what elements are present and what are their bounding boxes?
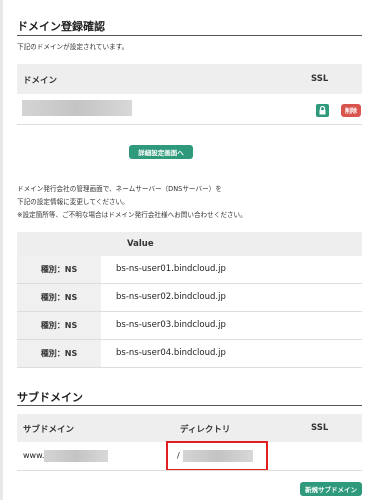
ns-label: 種別：NS (17, 312, 101, 339)
ns-value: bs-ns-user02.bindcloud.jp (116, 292, 226, 302)
divider (17, 470, 362, 471)
ns-table-header: Value (17, 232, 362, 256)
ns-label: 種別：NS (17, 284, 101, 311)
instruction-line-3: ※設定箇所等、ご不明な場合はドメイン発行会社様へお問い合わせください。 (17, 211, 247, 219)
subdomain-table-header: サブドメイン ディレクトリ SSL (17, 414, 362, 442)
ns-label: 種別：NS (17, 340, 101, 367)
col-ssl: SSL (311, 423, 329, 433)
ns-value: bs-ns-user04.bindcloud.jp (116, 348, 226, 358)
section-title-domain: ドメイン登録確認 (17, 20, 105, 33)
divider (17, 35, 362, 36)
directory-prefix: / (177, 451, 180, 460)
ssl-lock-icon[interactable] (316, 104, 329, 117)
instruction-line-1: ドメイン発行会社の管理画面で、ネームサーバー（DNSサーバー）を (17, 185, 222, 193)
subdomain-name-redacted (44, 450, 108, 462)
directory-name-redacted (183, 450, 253, 462)
domain-description: 下記のドメインが設定されています。 (17, 43, 129, 51)
detail-settings-button[interactable]: 詳細設定画面へ (129, 145, 193, 159)
col-domain: ドメイン (23, 76, 58, 86)
col-value: Value (127, 239, 154, 249)
ns-label: 種別：NS (17, 256, 101, 283)
col-directory: ディレクトリ (180, 425, 231, 435)
section-title-subdomain: サブドメイン (17, 391, 83, 404)
ns-value: bs-ns-user03.bindcloud.jp (116, 320, 226, 330)
subdomain-prefix: www. (23, 451, 45, 460)
divider (17, 405, 362, 406)
domain-table-header: ドメイン SSL (17, 64, 362, 94)
ns-value: bs-ns-user01.bindcloud.jp (116, 264, 226, 274)
divider (17, 124, 362, 125)
col-subdomain: サブドメイン (23, 425, 75, 435)
left-border (0, 0, 3, 500)
col-ssl: SSL (311, 74, 329, 84)
divider (17, 367, 362, 368)
domain-name-redacted (22, 100, 132, 116)
instruction-line-2: 下記の設定情報に変更してください。 (17, 198, 129, 206)
new-subdomain-button[interactable]: 新規サブドメイン (300, 482, 362, 496)
delete-button[interactable]: 削除 (341, 104, 361, 117)
